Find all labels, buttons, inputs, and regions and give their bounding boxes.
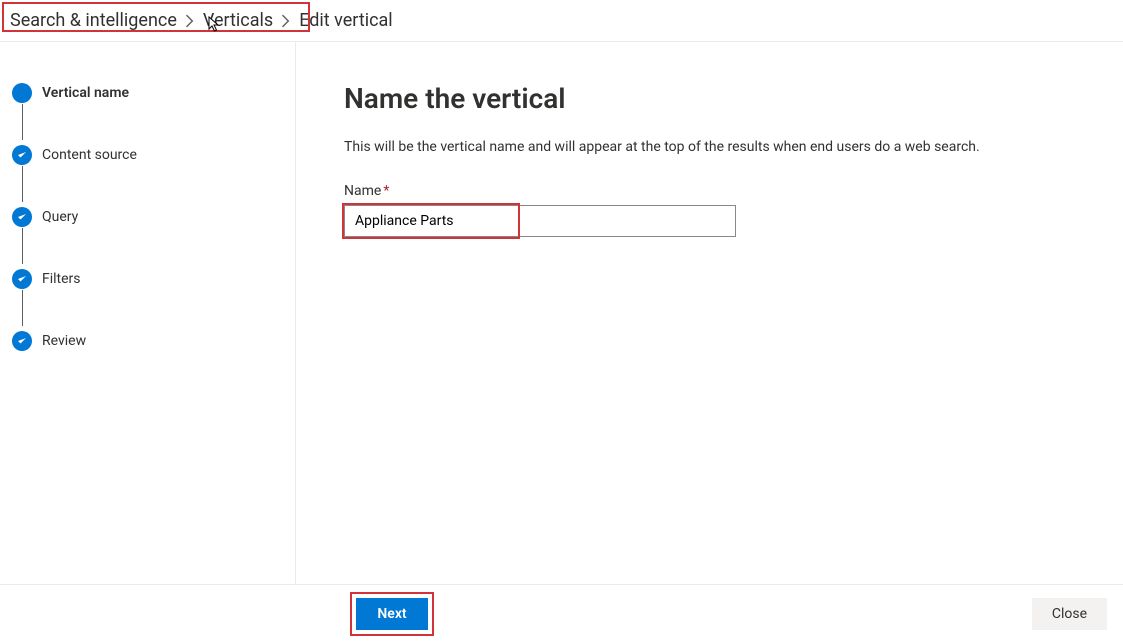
- chevron-right-icon: [185, 14, 195, 28]
- checkmark-icon: [12, 207, 32, 227]
- step-label: Content source: [42, 147, 137, 163]
- name-label-text: Name: [344, 183, 381, 199]
- breadcrumb: Search & intelligence Verticals Edit ver…: [0, 0, 1123, 42]
- breadcrumb-item-verticals[interactable]: Verticals: [203, 10, 273, 31]
- next-button[interactable]: Next: [356, 598, 428, 630]
- wizard-footer: Next Close: [0, 584, 1123, 642]
- step-connector: [22, 228, 23, 264]
- step-query[interactable]: Query: [12, 206, 285, 228]
- wizard-steps-sidebar: Vertical name Content source Query Filte…: [0, 42, 296, 584]
- breadcrumb-current: Edit vertical: [299, 10, 393, 31]
- checkmark-icon: [12, 269, 32, 289]
- step-connector: [22, 290, 23, 326]
- name-field-label: Name*: [344, 183, 1075, 199]
- step-connector: [22, 166, 23, 202]
- required-asterisk: *: [383, 183, 389, 199]
- step-connector: [22, 104, 23, 140]
- checkmark-icon: [12, 331, 32, 351]
- page-title: Name the vertical: [344, 82, 1075, 115]
- description-text: This will be the vertical name and will …: [344, 139, 1075, 155]
- step-filters[interactable]: Filters: [12, 268, 285, 290]
- main-content: Name the vertical This will be the verti…: [296, 42, 1123, 584]
- checkmark-icon: [12, 145, 32, 165]
- step-label: Review: [42, 333, 86, 349]
- step-label: Vertical name: [42, 85, 129, 101]
- breadcrumb-item-search-intelligence[interactable]: Search & intelligence: [10, 10, 177, 31]
- name-input[interactable]: [344, 205, 736, 237]
- step-current-icon: [12, 83, 32, 103]
- step-content-source[interactable]: Content source: [12, 144, 285, 166]
- step-label: Filters: [42, 271, 81, 287]
- close-button[interactable]: Close: [1032, 598, 1107, 630]
- step-review[interactable]: Review: [12, 330, 285, 352]
- step-label: Query: [42, 209, 78, 225]
- chevron-right-icon: [281, 14, 291, 28]
- step-vertical-name[interactable]: Vertical name: [12, 82, 285, 104]
